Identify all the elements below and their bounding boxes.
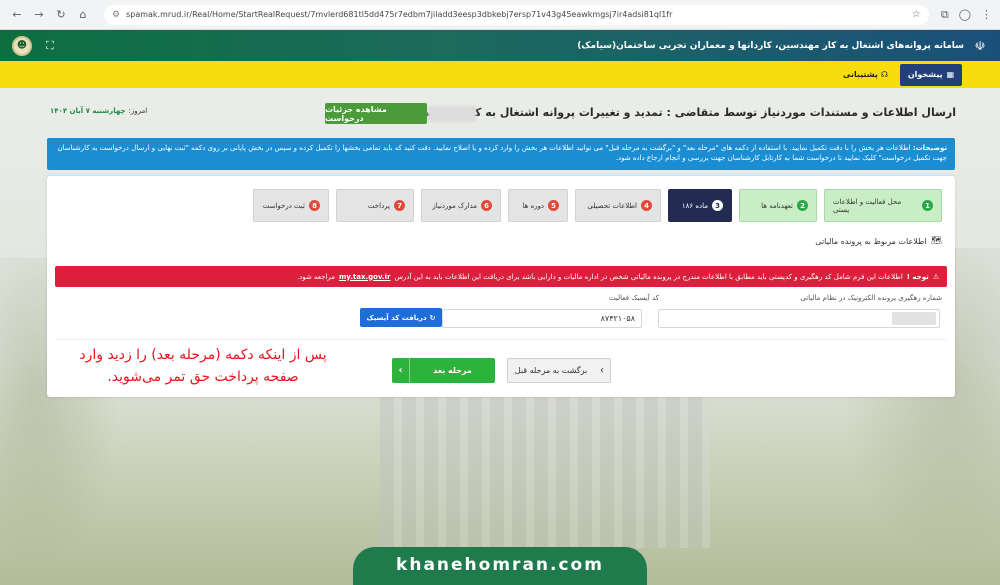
dashboard-label: پیشخوان bbox=[907, 70, 943, 79]
support-label: پشتیبانی bbox=[842, 70, 878, 79]
step-label: ثبت درخواست bbox=[262, 201, 305, 210]
blurred-applicant-name bbox=[428, 106, 476, 122]
next-label: مرحله بعد bbox=[433, 366, 472, 375]
info-text: اطلاعات هر بخش را با دقت تکمیل نمایید. ب… bbox=[57, 144, 947, 162]
step-number: 1 bbox=[922, 200, 933, 211]
step-number: 3 bbox=[712, 200, 723, 211]
support-icon: ☊ bbox=[880, 70, 888, 79]
dashboard-button[interactable]: پیشخوان ▦ bbox=[900, 63, 962, 86]
chevron-right-icon: › bbox=[600, 365, 604, 376]
get-code-label: دریافت کد آیسیک bbox=[366, 313, 427, 322]
step-number: 2 bbox=[797, 200, 808, 211]
step-submit[interactable]: 8 ثبت درخواست bbox=[253, 189, 329, 222]
brand-watermark: khanehomran.com bbox=[353, 547, 647, 585]
view-details-button[interactable]: مشاهده جزئیات درخواست bbox=[325, 103, 427, 124]
previous-step-button[interactable]: › برگشت به مرحله قبل bbox=[507, 358, 611, 383]
step-label: پرداخت bbox=[367, 201, 390, 210]
step-label: محل فعالیت و اطلاعات پستی bbox=[833, 197, 902, 214]
back-icon[interactable]: ← bbox=[8, 6, 26, 24]
forward-icon[interactable]: → bbox=[30, 6, 48, 24]
site-info-icon[interactable]: ⚙ bbox=[112, 10, 120, 20]
fullscreen-icon[interactable]: ⛶ bbox=[46, 39, 54, 53]
step-label: ماده ۱۸۶ bbox=[681, 201, 708, 210]
step-number: 8 bbox=[309, 200, 320, 211]
url-text: spamak.mrud.ir/Real/Home/StartRealReques… bbox=[126, 10, 673, 19]
section-title: 🗺 اطلاعات مربوط به پرونده مالیاتی bbox=[815, 236, 942, 246]
browser-toolbar: ← → ↻ ⌂ ⚙ spamak.mrud.ir/Real/Home/Start… bbox=[0, 0, 1000, 30]
home-icon[interactable]: ⌂ bbox=[74, 6, 92, 24]
user-logo-icon[interactable]: ☻ bbox=[12, 35, 32, 56]
support-link[interactable]: پشتیبانی ☊ bbox=[843, 70, 888, 79]
background-building bbox=[380, 388, 710, 548]
menu-icon[interactable]: ⋮ bbox=[981, 8, 992, 21]
step-label: مدارک موردنیاز bbox=[432, 201, 477, 210]
step-article-186[interactable]: 3 ماده ۱۸۶ bbox=[668, 189, 732, 222]
step-courses[interactable]: 5 دوره ها bbox=[508, 189, 568, 222]
blurred-tracking-value bbox=[892, 312, 936, 325]
address-bar[interactable]: ⚙ spamak.mrud.ir/Real/Home/StartRealRequ… bbox=[104, 4, 929, 25]
next-step-button[interactable]: ‹ مرحله بعد bbox=[392, 358, 495, 383]
app-title: سامانه پروانه‌های اشتغال به کار مهندسین،… bbox=[577, 40, 964, 51]
warning-alert: ⚠ توجه ! اطلاعات این فرم شامل کد رهگیری … bbox=[55, 266, 947, 287]
get-isic-code-button[interactable]: دریافت کد آیسیک ↻ bbox=[360, 308, 442, 327]
date-value: چهارشنبه ۷ آبان ۱۴۰۴ bbox=[50, 107, 126, 115]
map-icon: 🗺 bbox=[930, 236, 942, 246]
grid-icon: ▦ bbox=[946, 70, 955, 79]
step-commitments[interactable]: 2 تعهدنامه ها bbox=[739, 189, 817, 222]
emblem-icon: ☫ bbox=[974, 38, 986, 53]
isic-input[interactable]: ۸۷۴۲۱۰۵۸ bbox=[442, 309, 642, 328]
annotation-line-1: پس از اینکه دکمه (مرحله بعد) را زدید وار… bbox=[79, 347, 327, 363]
info-banner: توضیحات: اطلاعات هر بخش را با دقت تکمیل … bbox=[47, 138, 955, 170]
divider bbox=[55, 339, 947, 340]
app-header: ☻ ⛶ سامانه پروانه‌های اشتغال به کار مهند… bbox=[0, 30, 1000, 61]
info-label: توضیحات: bbox=[912, 144, 947, 152]
profile-icon[interactable]: ◯ bbox=[959, 8, 971, 21]
prev-label: برگشت به مرحله قبل bbox=[514, 366, 588, 375]
top-nav: پشتیبانی ☊ پیشخوان ▦ bbox=[0, 61, 1000, 88]
step-label: اطلاعات تحصیلی bbox=[587, 201, 637, 210]
warning-icon: ⚠ bbox=[932, 272, 939, 281]
today-date: امروز: چهارشنبه ۷ آبان ۱۴۰۴ bbox=[50, 107, 147, 115]
date-prefix: امروز: bbox=[128, 107, 148, 115]
step-location[interactable]: 1 محل فعالیت و اطلاعات پستی bbox=[824, 189, 942, 222]
isic-label: کد آیسیک فعالیت bbox=[609, 294, 659, 302]
tutorial-annotation: پس از اینکه دکمه (مرحله بعد) را زدید وار… bbox=[58, 344, 348, 388]
chevron-left-icon: ‹ bbox=[392, 358, 410, 383]
step-number: 6 bbox=[481, 200, 492, 211]
step-label: دوره ها bbox=[522, 201, 544, 210]
step-number: 4 bbox=[641, 200, 652, 211]
step-education[interactable]: 4 اطلاعات تحصیلی bbox=[575, 189, 661, 222]
warning-label: توجه ! bbox=[906, 272, 929, 281]
tax-tracking-label: شماره رهگیری پرونده الکترونیک در نظام ما… bbox=[800, 294, 942, 302]
bookmark-star-icon[interactable]: ☆ bbox=[912, 9, 921, 20]
warning-text: اطلاعات این فرم شامل کد رهگیری و کدپستی … bbox=[394, 272, 903, 281]
section-title-text: اطلاعات مربوط به پرونده مالیاتی bbox=[815, 236, 927, 246]
step-documents[interactable]: 6 مدارک موردنیاز bbox=[421, 189, 501, 222]
reload-icon[interactable]: ↻ bbox=[52, 6, 70, 24]
extensions-icon[interactable]: ⧉ bbox=[941, 8, 949, 22]
tax-site-link[interactable]: my.tax.gov.ir bbox=[339, 273, 390, 281]
warning-suffix: مراجعه شود. bbox=[296, 272, 335, 281]
steps-bar: 1 محل فعالیت و اطلاعات پستی 2 تعهدنامه ه… bbox=[253, 189, 942, 222]
annotation-line-2: صفحه پرداخت حق تمر می‌شوید. bbox=[107, 369, 299, 385]
refresh-icon: ↻ bbox=[429, 313, 436, 322]
step-number: 7 bbox=[394, 200, 405, 211]
step-number: 5 bbox=[548, 200, 559, 211]
step-label: تعهدنامه ها bbox=[761, 201, 793, 210]
step-payment[interactable]: 7 پرداخت bbox=[336, 189, 414, 222]
